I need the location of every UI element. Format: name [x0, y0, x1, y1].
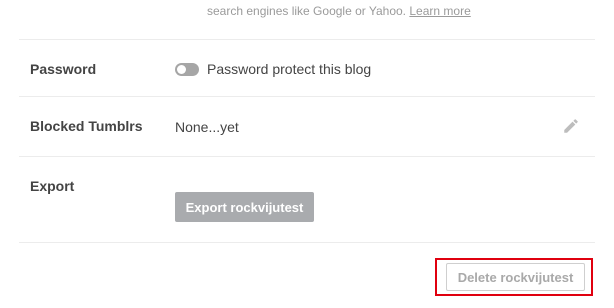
password-toggle[interactable]	[175, 63, 199, 76]
search-visibility-text: search engines like Google or Yahoo.	[207, 4, 407, 18]
section-divider	[19, 156, 595, 157]
section-divider	[19, 39, 595, 40]
search-visibility-note: search engines like Google or Yahoo. Lea…	[207, 4, 471, 18]
blog-settings-panel: search engines like Google or Yahoo. Lea…	[0, 0, 614, 308]
password-toggle-text: Password protect this blog	[207, 61, 372, 77]
pencil-icon[interactable]	[562, 117, 580, 135]
blocked-tumblrs-label: Blocked Tumblrs	[30, 118, 143, 134]
learn-more-link[interactable]: Learn more	[409, 4, 470, 18]
export-label: Export	[30, 178, 75, 194]
blocked-tumblrs-value: None...yet	[175, 119, 239, 135]
export-blog-button[interactable]: Export rockvijutest	[175, 192, 314, 222]
password-label: Password	[30, 61, 97, 77]
delete-blog-button[interactable]: Delete rockvijutest	[446, 263, 585, 291]
toggle-knob	[177, 65, 186, 74]
section-divider	[19, 242, 595, 243]
section-divider	[19, 96, 595, 97]
